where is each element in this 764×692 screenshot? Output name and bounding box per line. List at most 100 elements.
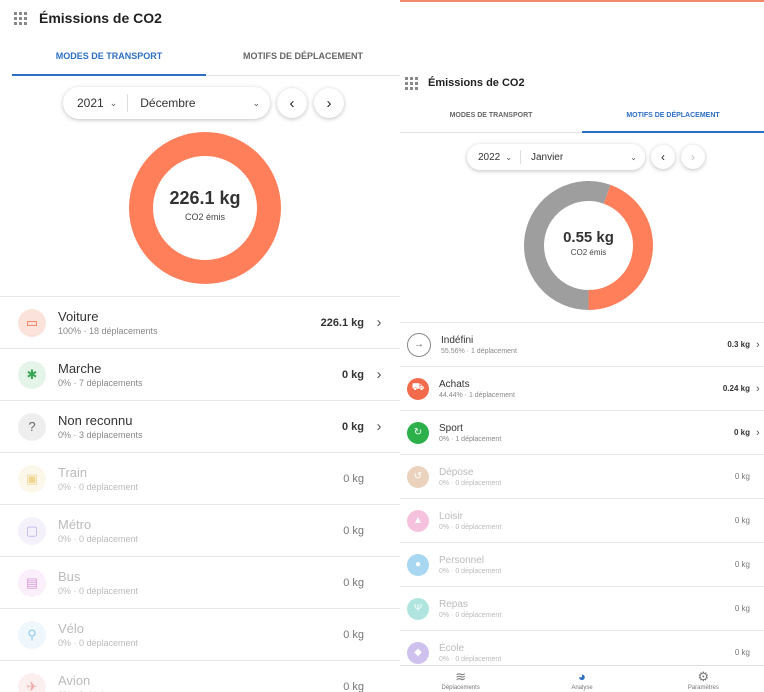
period-select[interactable]: 2022 ⌄ Janvier ⌄ [467, 144, 645, 170]
list-item-indéfini[interactable]: → Indéfini 55.56% · 1 déplacement 0.3 kg › [400, 323, 764, 367]
list-item-value: 0 kg [341, 420, 364, 433]
chevron-down-icon: ⌄ [630, 152, 637, 162]
nav-paramètres[interactable]: ⚙ Paramètres [643, 666, 764, 692]
list-item-text: Achats 44.44% · 1 déplacement [439, 379, 723, 399]
list-item-detail: 0% · 0 déplacement [439, 611, 502, 619]
list-item-achats[interactable]: ⛟ Achats 44.44% · 1 déplacement 0.24 kg › [400, 367, 764, 411]
list-item-detail: 0% · 7 déplacements [58, 378, 143, 388]
period-select[interactable]: 2021 ⌄ Décembre ⌄ [63, 87, 270, 119]
list-item-name: Bus [58, 569, 81, 584]
total-emissions-label: CO2 émis [184, 212, 225, 222]
top-accent-line [400, 0, 764, 2]
list-item-detail: 0% · 0 déplacement [439, 479, 502, 487]
school-icon: ◆ [407, 641, 429, 664]
list-item-dépose: ↺ Dépose 0% · 0 déplacement 0 kg [400, 455, 764, 499]
tab-modes-transport[interactable]: MODES DE TRANSPORT [12, 38, 206, 76]
list-item-loisir: ▲ Loisir 0% · 0 déplacement 0 kg [400, 499, 764, 543]
tab-motifs-deplacement[interactable]: MOTIFS DE DÉPLACEMENT [582, 100, 764, 133]
cart-icon: ⛟ [407, 377, 429, 400]
page-title: Émissions de CO2 [39, 10, 162, 26]
list-item-value: 0 kg [343, 680, 364, 692]
train-icon: ▣ [18, 464, 46, 493]
list-item-sport[interactable]: ↻ Sport 0% · 1 déplacement 0 kg › [400, 411, 764, 455]
list-item-vélo: ⚲ Vélo 0% · 0 déplacement 0 kg [0, 609, 400, 661]
list-item-value: 226.1 kg [320, 316, 364, 329]
list-item-non-reconnu[interactable]: ? Non reconnu 0% · 3 déplacements 0 kg › [0, 401, 400, 453]
chevron-right-icon[interactable]: › [756, 339, 764, 351]
settings-sliders-icon: ⚙ [697, 669, 710, 684]
dropoff-icon: ↺ [407, 465, 429, 488]
list-item-text: Sport 0% · 1 déplacement [439, 423, 734, 443]
list-item-voiture[interactable]: ▭ Voiture 100% · 18 déplacements 226.1 kg › [0, 297, 400, 349]
nav-label: Déplacements [441, 685, 480, 691]
list-item-detail: 0% · 1 déplacement [439, 435, 502, 443]
list-item-métro: ▢ Métro 0% · 0 déplacement 0 kg [0, 505, 400, 557]
app-header: Émissions de CO2 [400, 74, 764, 92]
plane-icon: ✈ [18, 672, 46, 692]
right-screen: Émissions de CO2 MODES DE TRANSPORT MOTI… [400, 0, 764, 692]
emissions-donut-chart: 226.1 kg CO2 émis [129, 132, 281, 284]
list-item-value: 0 kg [341, 368, 364, 381]
previous-month-button[interactable]: ‹ [277, 88, 307, 118]
chevron-right-icon[interactable]: › [374, 366, 384, 383]
list-item-detail: 0% · 0 déplacement [439, 523, 502, 531]
list-item-avion: ✈ Avion0% · 0 déplacement0 kg [0, 661, 400, 692]
page-title: Émissions de CO2 [428, 77, 525, 89]
list-item-name: Train [58, 465, 88, 480]
list-item-detail: 0% · 0 déplacement [439, 567, 502, 575]
walk-icon: ✱ [18, 360, 46, 389]
next-month-button[interactable]: › [314, 88, 344, 118]
list-item-name: Non reconnu [58, 413, 133, 428]
chevron-right-icon[interactable]: › [756, 383, 764, 395]
nav-déplacements[interactable]: ≋ Déplacements [400, 666, 521, 692]
period-selector: 2022 ⌄ Janvier ⌄ ‹ › [467, 144, 705, 170]
year-value: 2021 [77, 96, 104, 110]
list-item-name: Voiture [58, 309, 99, 324]
list-item-name: Sport [439, 422, 463, 434]
sport-icon: ↻ [407, 421, 429, 444]
year-select[interactable]: 2021 ⌄ [63, 94, 129, 112]
list-item-text: Vélo 0% · 0 déplacement [58, 621, 343, 648]
chevron-right-icon[interactable]: › [756, 427, 764, 439]
chevron-left-icon: ‹ [289, 94, 295, 112]
tab-motifs-deplacement[interactable]: MOTIFS DE DÉPLACEMENT [206, 38, 400, 75]
tab-bar: MODES DE TRANSPORT MOTIFS DE DÉPLACEMENT [12, 38, 400, 76]
month-select[interactable]: Janvier ⌄ [521, 152, 645, 163]
year-select[interactable]: 2022 ⌄ [467, 150, 521, 164]
list-item-marche[interactable]: ✱ Marche 0% · 7 déplacements 0 kg › [0, 349, 400, 401]
previous-month-button[interactable]: ‹ [651, 145, 675, 169]
list-item-repas: Ψ Repas 0% · 0 déplacement 0 kg [400, 587, 764, 631]
left-screen: Émissions de CO2 MODES DE TRANSPORT MOTI… [0, 0, 400, 692]
chevron-right-icon[interactable]: › [374, 418, 384, 435]
list-item-text: Indéfini 55.56% · 1 déplacement [441, 335, 727, 355]
tab-modes-transport[interactable]: MODES DE TRANSPORT [400, 100, 582, 132]
list-item-value: 0 kg [343, 628, 364, 641]
nav-analyse[interactable]: ◕ Analyse [521, 666, 642, 692]
list-item-name: Vélo [58, 621, 85, 636]
list-item-text: Bus 0% · 0 déplacement [58, 569, 343, 596]
list-item-detail: 0% · 0 déplacement [58, 534, 139, 544]
mode-list: ▭ Voiture 100% · 18 déplacements 226.1 kg › ✱… [0, 296, 400, 692]
list-item-name: Personnel [439, 554, 485, 566]
list-item-name: Marche [58, 361, 102, 376]
grid-menu-icon[interactable] [405, 76, 418, 90]
list-item-value: 0 kg [734, 472, 750, 481]
nav-label: Analyse [571, 685, 593, 691]
chevron-right-icon: › [326, 94, 332, 112]
chevron-right-icon[interactable]: › [374, 314, 384, 331]
list-item-text: Train 0% · 0 déplacement [58, 465, 343, 492]
list-item-detail: 55.56% · 1 déplacement [441, 347, 517, 355]
list-item-train: ▣ Train 0% · 0 déplacement 0 kg [0, 453, 400, 505]
grid-menu-icon[interactable] [14, 11, 27, 25]
next-month-button[interactable]: › [681, 145, 705, 169]
leisure-icon: ▲ [407, 509, 429, 532]
list-item-detail: 0% · 3 déplacements [58, 430, 143, 440]
layers-icon: ≋ [455, 669, 467, 684]
list-item-value: 0 kg [734, 560, 750, 569]
list-item-name: Achats [439, 378, 470, 390]
total-emissions: 226.1 kg [169, 188, 241, 208]
tab-bar: MODES DE TRANSPORT MOTIFS DE DÉPLACEMENT [400, 100, 764, 133]
app-header: Émissions de CO2 [0, 8, 400, 28]
month-select[interactable]: Décembre ⌄ [128, 96, 270, 110]
bike-icon: ⚲ [18, 620, 46, 649]
